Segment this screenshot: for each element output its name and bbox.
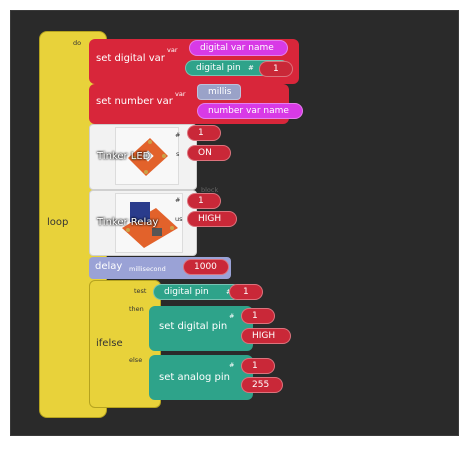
set-analog-pin-value[interactable]: 255	[241, 377, 283, 393]
tinker-relay-pin[interactable]: 1	[187, 193, 221, 209]
ifelse-test-digital-pin-label: digital pin	[164, 287, 209, 297]
digital-pin-label: digital pin	[196, 63, 241, 73]
tinker-led-label: Tinker LED	[97, 151, 151, 162]
tinker-led-hash: #	[175, 131, 181, 139]
ifelse-then-label: then	[129, 305, 144, 313]
set-number-var-label: set number var	[96, 96, 173, 107]
tinker-relay-status-cut: us	[175, 215, 183, 223]
tinker-led-pin[interactable]: 1	[187, 125, 221, 141]
ifelse-test-label: test	[134, 287, 147, 295]
delay-value-field[interactable]: 1000	[183, 259, 229, 275]
tinker-led-status-cut: s	[176, 150, 180, 158]
ifelse-test-digital-pin[interactable]: digital pin #	[153, 284, 241, 300]
ifelse-else-label: else	[129, 356, 143, 364]
set-digital-pin-number[interactable]: 1	[241, 308, 275, 324]
workspace-canvas[interactable]: loop do set digital var var digital var …	[10, 10, 459, 436]
loop-do-label: do	[73, 39, 82, 47]
set-digital-pin-label: set digital pin	[159, 321, 228, 332]
set-digital-var-label: set digital var	[96, 53, 165, 64]
millis-field[interactable]: millis	[197, 84, 241, 100]
digital-var-name-field[interactable]: digital var name	[189, 40, 288, 56]
set-number-var-var-label: var	[175, 90, 186, 98]
tinker-relay-state[interactable]: HIGH	[187, 211, 237, 227]
number-var-name-field[interactable]: number var name	[197, 103, 303, 119]
delay-unit-label: millisecond	[129, 265, 166, 273]
ifelse-label: ifelse	[96, 338, 123, 349]
set-digital-var-var-label: var	[167, 46, 178, 54]
tinker-relay-label: Tinker Relay	[97, 217, 159, 228]
ifelse-test-pin-number[interactable]: 1	[229, 284, 263, 300]
set-digital-pin-hash: #	[229, 312, 235, 320]
set-analog-pin-number[interactable]: 1	[241, 358, 275, 374]
set-analog-pin-hash: #	[229, 361, 235, 369]
tinker-relay-hash: #	[175, 196, 181, 204]
delay-label: delay	[95, 261, 123, 272]
set-analog-pin-label: set analog pin	[159, 372, 230, 383]
set-digital-pin-state[interactable]: HIGH	[241, 328, 291, 344]
tinker-led-state[interactable]: ON	[187, 145, 231, 161]
digital-pin-number[interactable]: 1	[259, 61, 293, 77]
loop-label: loop	[47, 217, 69, 228]
digital-pin-hash: #	[248, 64, 254, 72]
